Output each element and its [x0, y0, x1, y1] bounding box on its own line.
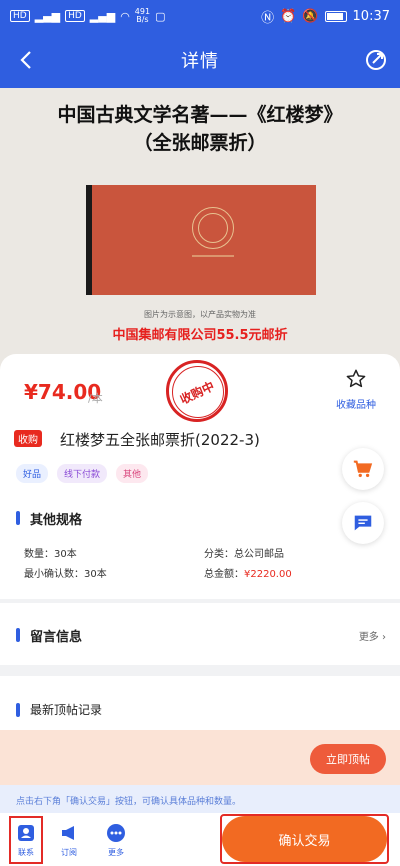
battery-icon	[324, 10, 347, 22]
top-records-section: 最新顶帖记录	[0, 676, 400, 730]
wifi-icon: ◠	[120, 9, 130, 23]
contact-button[interactable]: 联系	[9, 823, 43, 858]
back-button[interactable]	[12, 46, 40, 74]
top-records-panel: 立即顶帖	[0, 730, 400, 785]
spec-total: 总金额：¥2220.00	[204, 569, 292, 580]
chat-button[interactable]	[342, 502, 384, 544]
price-unit: /本	[88, 392, 103, 405]
alarm-icon: ⏰	[280, 8, 297, 24]
spec-quantity: 数量：30本	[24, 549, 77, 560]
seal-text: 收购中	[177, 379, 217, 407]
chat-notification-icon: ▢	[155, 9, 166, 23]
contact-icon	[18, 825, 34, 841]
net-unit: B/s	[136, 15, 149, 24]
favorite-label: 收藏品种	[336, 400, 376, 411]
subscribe-button[interactable]: 订阅	[52, 823, 86, 858]
cart-button[interactable]	[342, 448, 384, 490]
section-bar	[16, 628, 20, 642]
clock: 10:37	[352, 8, 390, 24]
image-title-line1: 中国古典文学名著——《红楼梦》	[57, 104, 343, 126]
nfc-icon: Ⓝ	[261, 10, 275, 26]
messages-title: 留言信息	[30, 630, 83, 645]
signal-icon-2: ▂▄▆	[89, 9, 116, 23]
signal-badge-2: HD	[65, 10, 85, 22]
cart-icon	[353, 460, 373, 478]
tag-other: 其他	[116, 464, 149, 483]
product-title: 红楼梦五全张邮票折(2022-3)	[60, 431, 260, 449]
page-title: 详情	[181, 51, 219, 72]
messages-more-link[interactable]: 更多 ›	[359, 628, 386, 643]
chevron-left-icon	[20, 51, 31, 69]
nav-bar: 详情	[0, 32, 400, 88]
star-icon	[346, 369, 366, 388]
bottom-bar: 联系 订阅 更多 确认交易	[0, 813, 400, 866]
signal-icon: ▂▄▆	[34, 9, 61, 23]
product-image[interactable]: 中国古典文学名著——《红楼梦》 （全张邮票折） 图片为示意图，以产品实物为准 中…	[0, 88, 400, 378]
top-records-title: 最新顶帖记录	[30, 703, 103, 717]
confirm-trade-button[interactable]: 确认交易	[222, 816, 387, 862]
share-icon	[366, 50, 386, 70]
spec-category: 分类：总公司邮品	[204, 549, 284, 560]
share-button[interactable]	[364, 48, 388, 72]
chat-icon	[354, 515, 372, 531]
image-note: 图片为示意图，以产品实物为准	[144, 310, 256, 319]
spec-min-confirm: 最小确认数：30本	[24, 569, 107, 580]
tag-good: 好品	[16, 464, 49, 483]
hint-banner: 点击右下角「确认交易」按钮，可确认具体品种和数量。	[0, 785, 400, 813]
tag-offline-pay: 线下付款	[57, 464, 108, 483]
image-title-line2: （全张邮票折）	[133, 132, 267, 154]
more-button[interactable]: 更多	[99, 823, 133, 858]
product-card: ¥74.00 /本 收购中 收藏品种 收购 红楼梦五全张邮票折(2022-3) …	[0, 354, 400, 599]
favorite-button[interactable]: 收藏品种	[326, 368, 386, 411]
bump-now-button[interactable]: 立即顶帖	[310, 744, 386, 774]
buy-tag: 收购	[14, 430, 42, 447]
signal-badge: HD	[10, 10, 30, 22]
stamp-booklet-picture	[86, 185, 316, 295]
tag-list: 好品 线下付款 其他	[16, 464, 149, 483]
messages-section: 留言信息 更多 ›	[0, 603, 400, 665]
section-bar	[16, 511, 20, 525]
more-icon	[107, 824, 125, 842]
specs-title: 其他规格	[30, 513, 83, 528]
mute-icon: 🔕	[302, 8, 319, 24]
chevron-right-icon: ›	[382, 632, 386, 643]
section-bar	[16, 703, 20, 717]
megaphone-icon	[62, 826, 74, 840]
booklet-emblem	[192, 207, 234, 249]
status-seal: 收购中	[166, 360, 228, 422]
image-price-line: 中国集邮有限公司55.5元邮折	[112, 328, 288, 343]
status-bar: HD ▂▄▆ HD ▂▄▆ ◠ 491 B/s ▢ Ⓝ ⏰ 🔕 10:37	[0, 0, 400, 32]
